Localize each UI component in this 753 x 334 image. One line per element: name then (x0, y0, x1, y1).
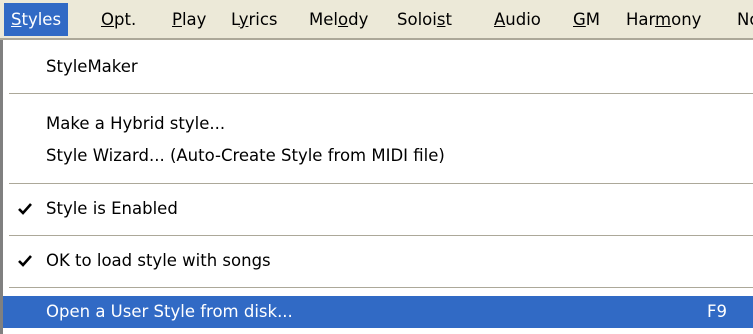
menu-options[interactable]: Opt. (94, 3, 143, 36)
menu-separator (9, 93, 753, 95)
menu-item-label: OK to load style with songs (46, 251, 271, 270)
menu-item-stylemaker[interactable]: StyleMaker (3, 51, 753, 83)
menu-item-open-user-style[interactable]: Open a User Style from disk... F9 (3, 296, 753, 328)
menu-item-style-is-enabled[interactable]: Style is Enabled (3, 193, 753, 225)
menu-play[interactable]: Play (165, 3, 213, 36)
menu-item-label: Style Wizard... (Auto-Create Style from … (46, 146, 445, 165)
menu-item-label: StyleMaker (46, 57, 138, 76)
checkmark-icon (18, 193, 38, 225)
menu-bar: Styles Opt. Play Lyrics Melody Soloist A… (0, 0, 753, 40)
menu-item-label: Make a Hybrid style... (46, 114, 226, 133)
menu-separator (9, 287, 753, 289)
styles-dropdown-menu: StyleMaker Make a Hybrid style... Style … (0, 40, 753, 334)
menu-lyrics[interactable]: Lyrics (224, 3, 285, 36)
menu-item-make-hybrid-style[interactable]: Make a Hybrid style... (3, 108, 753, 140)
menu-gm[interactable]: GM (566, 3, 607, 36)
menu-separator (9, 183, 753, 185)
menu-item-ok-to-load-style[interactable]: OK to load style with songs (3, 245, 753, 277)
shortcut-label: F9 (707, 302, 727, 321)
menu-separator (9, 235, 753, 237)
menu-melody[interactable]: Melody (302, 3, 375, 36)
menu-audio[interactable]: Audio (487, 3, 548, 36)
menu-harmony[interactable]: Harmony (619, 3, 708, 36)
menu-notation-partial[interactable]: No (730, 3, 753, 36)
menu-soloist[interactable]: Soloist (390, 3, 459, 36)
checkmark-icon (18, 245, 38, 277)
menu-item-style-wizard[interactable]: Style Wizard... (Auto-Create Style from … (3, 140, 753, 172)
menu-styles[interactable]: Styles (4, 3, 69, 36)
menu-item-label: Open a User Style from disk... (46, 302, 293, 321)
menu-item-label: Style is Enabled (46, 199, 178, 218)
